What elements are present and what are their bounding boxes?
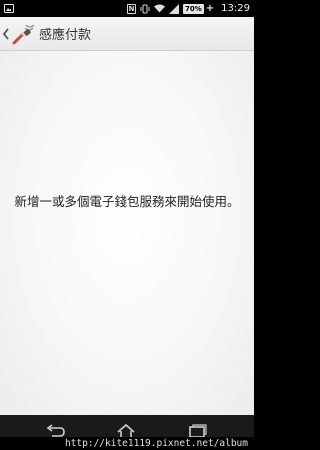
signal-icon (169, 3, 180, 14)
battery-icon: 70% (183, 3, 204, 14)
wifi-icon (154, 4, 166, 13)
battery-charging-icon: + (205, 2, 215, 14)
app-bar[interactable]: 感應付款 (0, 17, 254, 51)
image-notification-icon (4, 4, 14, 13)
chevron-left-icon[interactable] (2, 28, 10, 40)
status-bar: N 70% + 13:29 (0, 0, 254, 17)
empty-state-message: 新增一或多個電子錢包服務來開始使用。 (14, 194, 240, 209)
app-title: 感應付款 (39, 28, 92, 43)
empty-state: 新增一或多個電子錢包服務來開始使用。 (0, 51, 254, 415)
status-icons: N 70% + 13:29 (127, 0, 250, 17)
tap-to-pay-icon (12, 24, 35, 44)
watermark: http://kite1119.pixnet.net/album (0, 437, 254, 450)
status-time: 13:29 (221, 3, 250, 14)
vibrate-icon (140, 4, 150, 13)
nfc-icon: N (127, 3, 137, 14)
